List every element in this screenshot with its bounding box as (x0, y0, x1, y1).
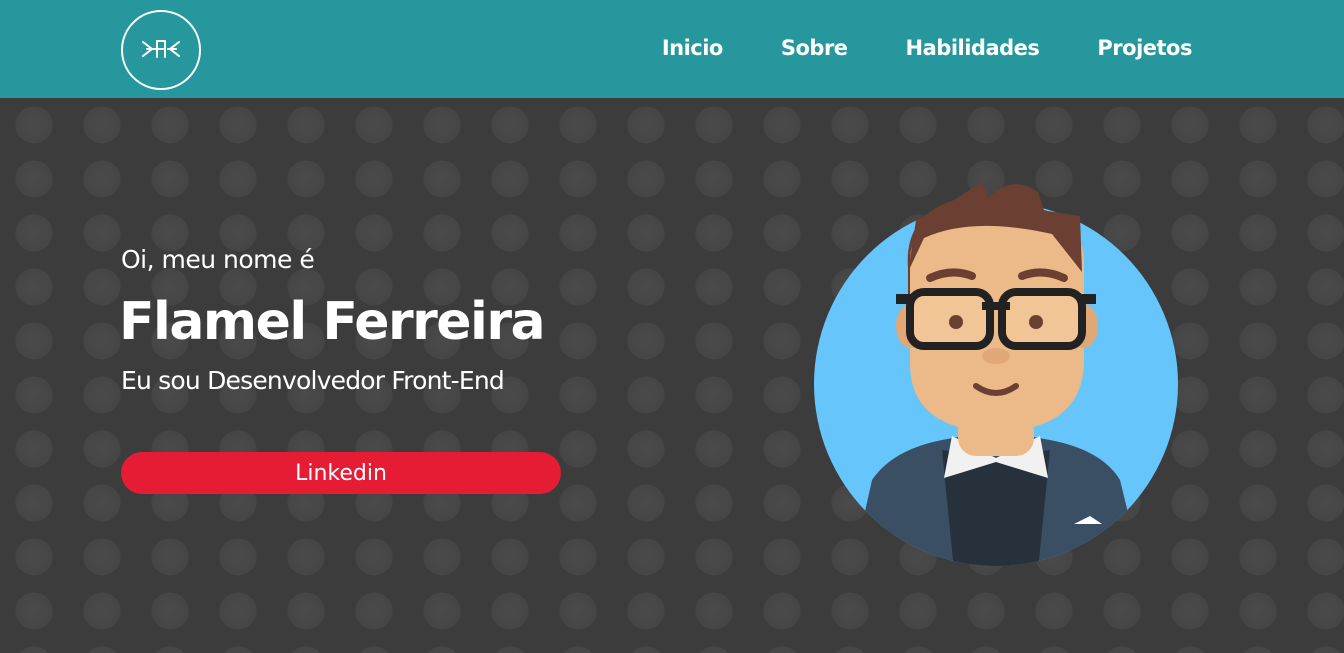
avatar-illustration (812, 160, 1180, 574)
nav-inicio[interactable]: Inicio (662, 36, 724, 60)
top-navbar: Inicio Sobre Habilidades Projetos (0, 0, 1344, 98)
hero-role: Eu sou Desenvolvedor Front-End (121, 366, 505, 395)
avatar-icon (814, 182, 1178, 566)
nav-projetos[interactable]: Projetos (1097, 36, 1192, 60)
logo[interactable] (121, 10, 201, 90)
hero-name: Flamel Ferreira (119, 292, 546, 352)
logo-icon (142, 40, 180, 58)
hero-section: Oi, meu nome é Flamel Ferreira Eu sou De… (0, 98, 1344, 653)
linkedin-button[interactable]: Linkedin (121, 452, 561, 494)
main-nav: Inicio Sobre Habilidades Projetos (662, 36, 1193, 60)
nav-habilidades[interactable]: Habilidades (906, 36, 1040, 60)
greeting-text: Oi, meu nome é (121, 245, 315, 274)
nav-sobre[interactable]: Sobre (781, 36, 848, 60)
